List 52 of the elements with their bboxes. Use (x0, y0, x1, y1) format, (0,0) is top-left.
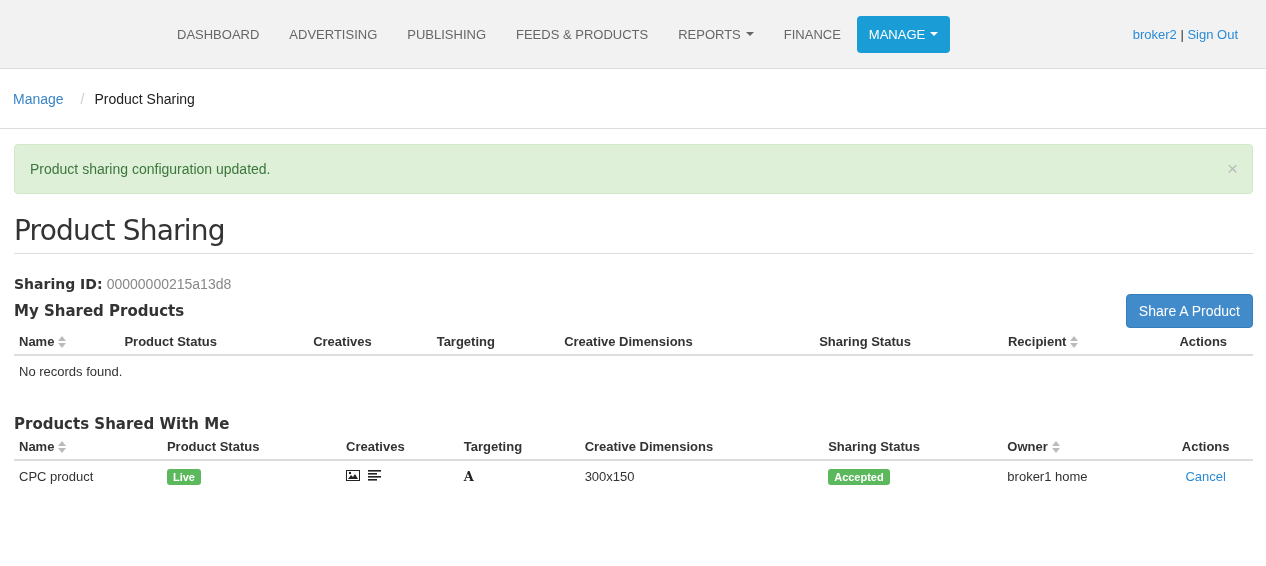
status-badge: Accepted (828, 469, 890, 485)
nav-item[interactable]: MANAGE (856, 15, 951, 53)
share-product-button[interactable]: Share A Product (1125, 294, 1253, 328)
nav-item[interactable]: REPORTS (664, 15, 768, 53)
column-header: Product Status (124, 334, 217, 349)
column-header: Targeting (463, 439, 523, 454)
column-header: Creative Dimensions (584, 439, 714, 454)
caret-icon (930, 32, 939, 36)
column-header: Sharing Status (828, 439, 920, 454)
column-header: Targeting (436, 334, 495, 349)
column-header: Creatives (346, 439, 405, 454)
empty-message: No records found. (19, 364, 123, 379)
user-link[interactable]: broker2 (1132, 26, 1177, 42)
column-header: Creatives (313, 334, 372, 349)
column-header[interactable]: Name (19, 334, 67, 349)
nav-item[interactable]: DASHBOARD (163, 15, 274, 53)
alert-message: Product sharing configuration updated. (30, 161, 271, 177)
status-badge: Live (166, 469, 201, 485)
breadcrumb-current: Product Sharing (94, 90, 195, 107)
table-cell: CPC product (19, 469, 94, 484)
column-header: Actions (1179, 334, 1228, 349)
nav-item[interactable]: FEEDS & PRODUCTS (502, 15, 663, 53)
text-lines-icon (368, 470, 382, 481)
breadcrumb-link[interactable]: Manage (13, 90, 64, 107)
page-title: Product Sharing (14, 214, 1253, 254)
nav-item[interactable]: ADVERTISING (275, 15, 392, 53)
targeting-text: A (463, 469, 474, 484)
sort-icon (1051, 440, 1060, 453)
column-header: Sharing Status (819, 334, 911, 349)
sort-icon (58, 335, 67, 348)
column-header[interactable]: Recipient (1007, 334, 1079, 349)
column-header[interactable]: Owner (1007, 439, 1060, 454)
caret-icon (745, 32, 754, 36)
sharing-id-label: Sharing ID: (14, 276, 103, 292)
section-title: Products Shared With Me (14, 415, 231, 433)
table-cell: broker1 home (1007, 469, 1088, 484)
nav-item[interactable]: FINANCE (769, 15, 855, 53)
cancel-link[interactable]: Cancel (1185, 469, 1226, 484)
separator: | (1180, 26, 1184, 42)
image-icon (346, 470, 361, 481)
table-cell: 300x150 (584, 469, 635, 484)
column-header: Creative Dimensions (564, 334, 693, 349)
breadcrumb-separator: / (80, 90, 85, 107)
column-header: Actions (1181, 439, 1230, 454)
sort-icon (58, 440, 67, 453)
nav-item[interactable]: PUBLISHING (393, 15, 500, 53)
sharing-id-value: 00000000215a13d8 (106, 276, 232, 292)
sign-out-link[interactable]: Sign Out (1187, 26, 1238, 42)
column-header: Product Status (166, 439, 260, 454)
section-title: My Shared Products (14, 302, 185, 320)
column-header[interactable]: Name (19, 439, 67, 454)
sort-icon (1070, 335, 1079, 348)
